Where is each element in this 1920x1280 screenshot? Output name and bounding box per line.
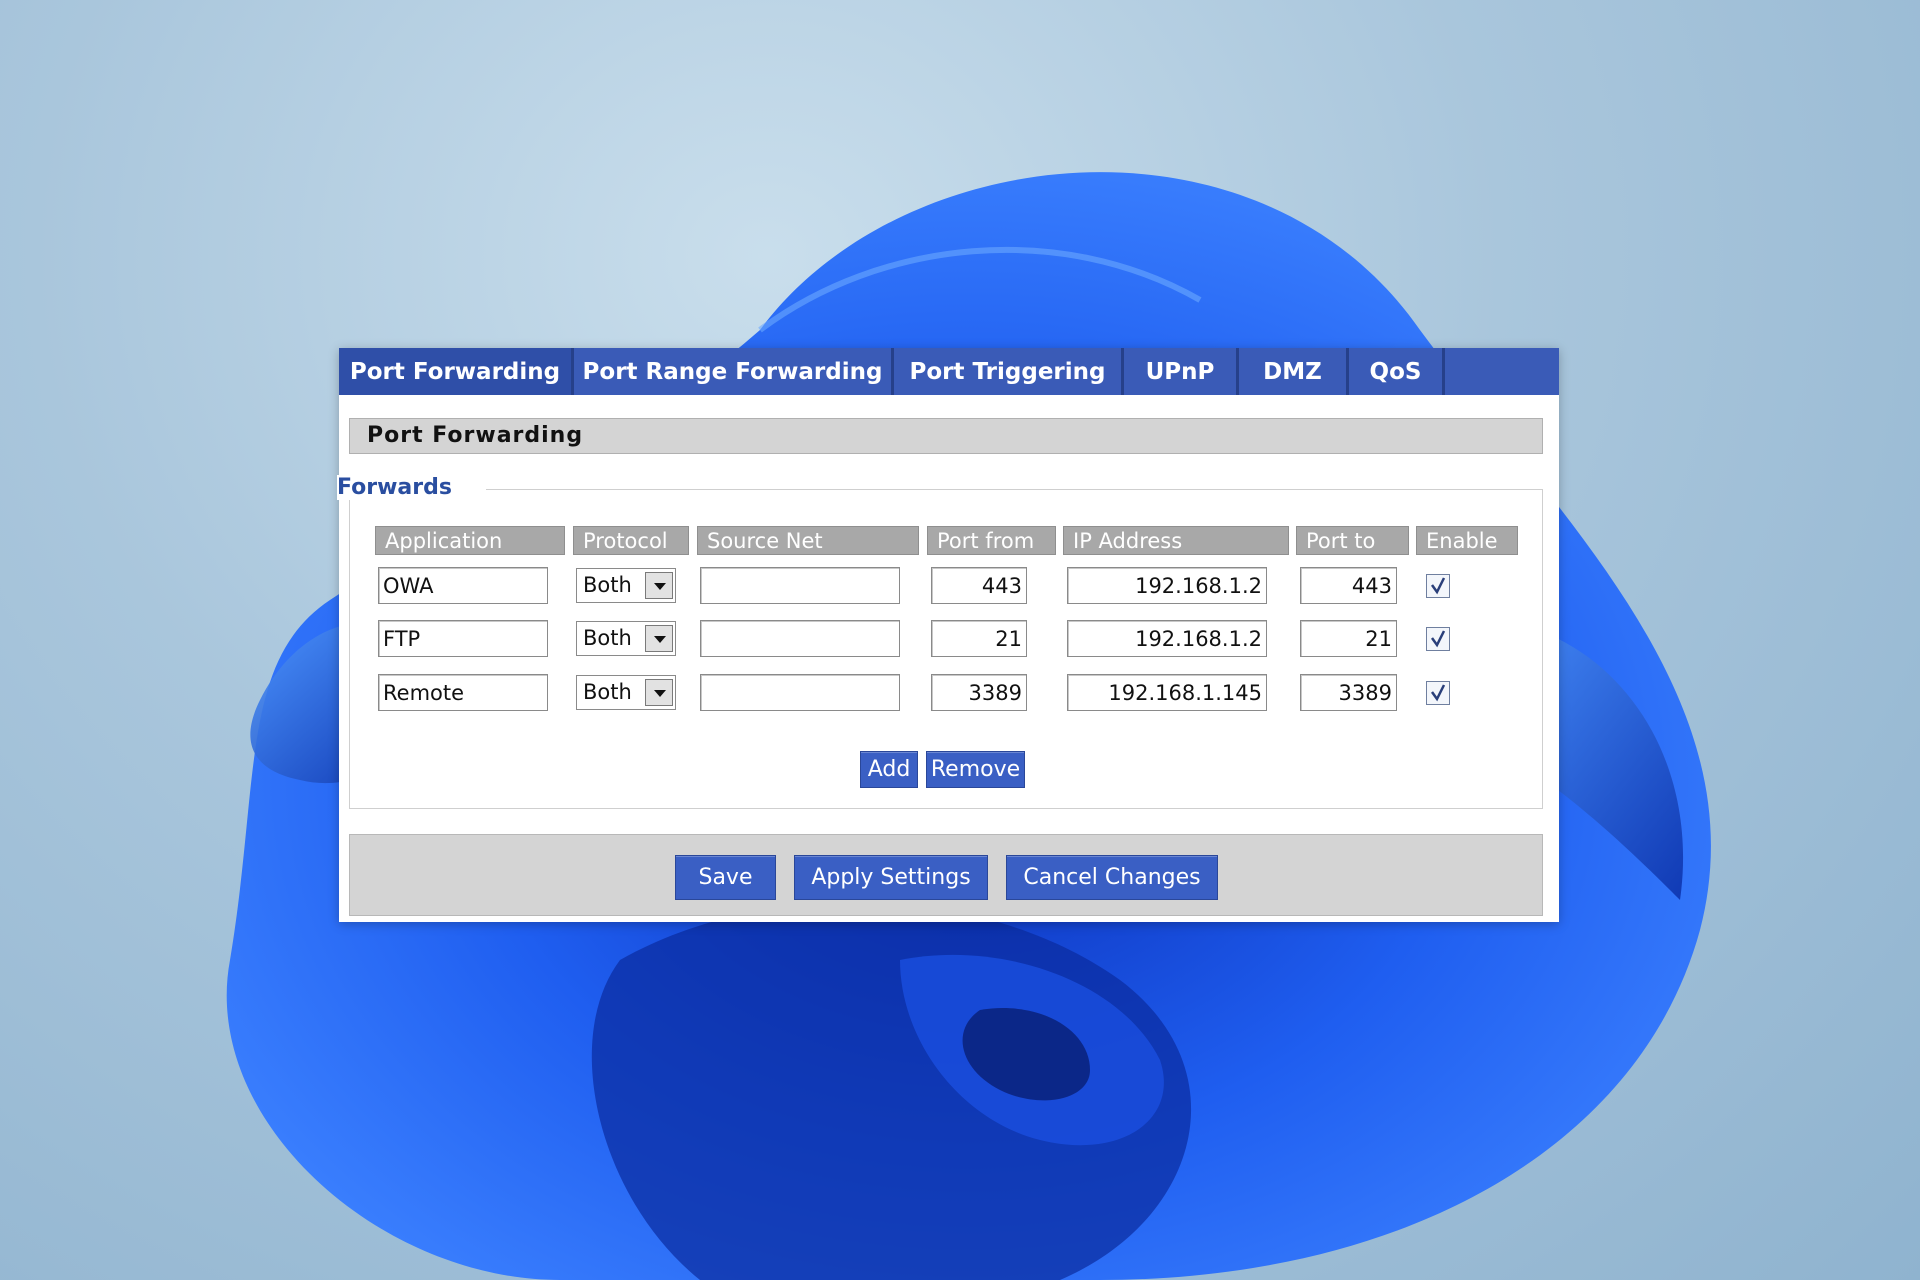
protocol-select[interactable]: Both (576, 621, 676, 656)
enable-checkbox[interactable] (1426, 681, 1450, 705)
port-from-input[interactable] (931, 674, 1027, 711)
port-to-input[interactable] (1300, 620, 1397, 657)
source-net-input[interactable] (700, 674, 900, 711)
source-net-input[interactable] (700, 620, 900, 657)
column-header-application: Application (375, 526, 565, 555)
port-to-input[interactable] (1300, 567, 1397, 604)
tab-dmz[interactable]: DMZ (1239, 348, 1349, 395)
port-from-input[interactable] (931, 567, 1027, 604)
application-input[interactable] (378, 620, 548, 657)
column-header-port-to: Port to (1296, 526, 1409, 555)
chevron-down-icon[interactable] (645, 572, 673, 599)
protocol-value: Both (583, 573, 632, 597)
forwards-legend: Forwards (337, 475, 486, 500)
protocol-select[interactable]: Both (576, 568, 676, 603)
port-from-input[interactable] (931, 620, 1027, 657)
ip-address-input[interactable] (1067, 674, 1267, 711)
checkmark-icon (1430, 577, 1446, 595)
chevron-down-icon[interactable] (645, 625, 673, 652)
enable-checkbox[interactable] (1426, 627, 1450, 651)
add-button[interactable]: Add (860, 751, 918, 788)
apply-settings-button[interactable]: Apply Settings (794, 855, 988, 900)
protocol-value: Both (583, 626, 632, 650)
column-header-enable: Enable (1416, 526, 1518, 555)
column-header-port-from: Port from (927, 526, 1056, 555)
chevron-down-icon[interactable] (645, 679, 673, 706)
save-button[interactable]: Save (675, 855, 776, 900)
application-input[interactable] (378, 674, 548, 711)
remove-button[interactable]: Remove (926, 751, 1025, 788)
ip-address-input[interactable] (1067, 620, 1267, 657)
cancel-changes-button[interactable]: Cancel Changes (1006, 855, 1218, 900)
tab-port-range-forwarding[interactable]: Port Range Forwarding (574, 348, 894, 395)
column-header-protocol: Protocol (573, 526, 689, 555)
section-title: Port Forwarding (349, 418, 1543, 454)
router-config-panel: Port Forwarding Port Range Forwarding Po… (337, 348, 1559, 922)
column-header-source-net: Source Net (697, 526, 919, 555)
tab-upnp[interactable]: UPnP (1124, 348, 1239, 395)
tab-qos[interactable]: QoS (1349, 348, 1445, 395)
column-header-ip-address: IP Address (1063, 526, 1289, 555)
protocol-value: Both (583, 680, 632, 704)
tab-port-forwarding[interactable]: Port Forwarding (339, 348, 574, 395)
checkmark-icon (1430, 684, 1446, 702)
source-net-input[interactable] (700, 567, 900, 604)
tab-bar: Port Forwarding Port Range Forwarding Po… (339, 348, 1559, 395)
tab-port-triggering[interactable]: Port Triggering (894, 348, 1124, 395)
application-input[interactable] (378, 567, 548, 604)
port-to-input[interactable] (1300, 674, 1397, 711)
ip-address-input[interactable] (1067, 567, 1267, 604)
checkmark-icon (1430, 630, 1446, 648)
protocol-select[interactable]: Both (576, 675, 676, 710)
enable-checkbox[interactable] (1426, 574, 1450, 598)
